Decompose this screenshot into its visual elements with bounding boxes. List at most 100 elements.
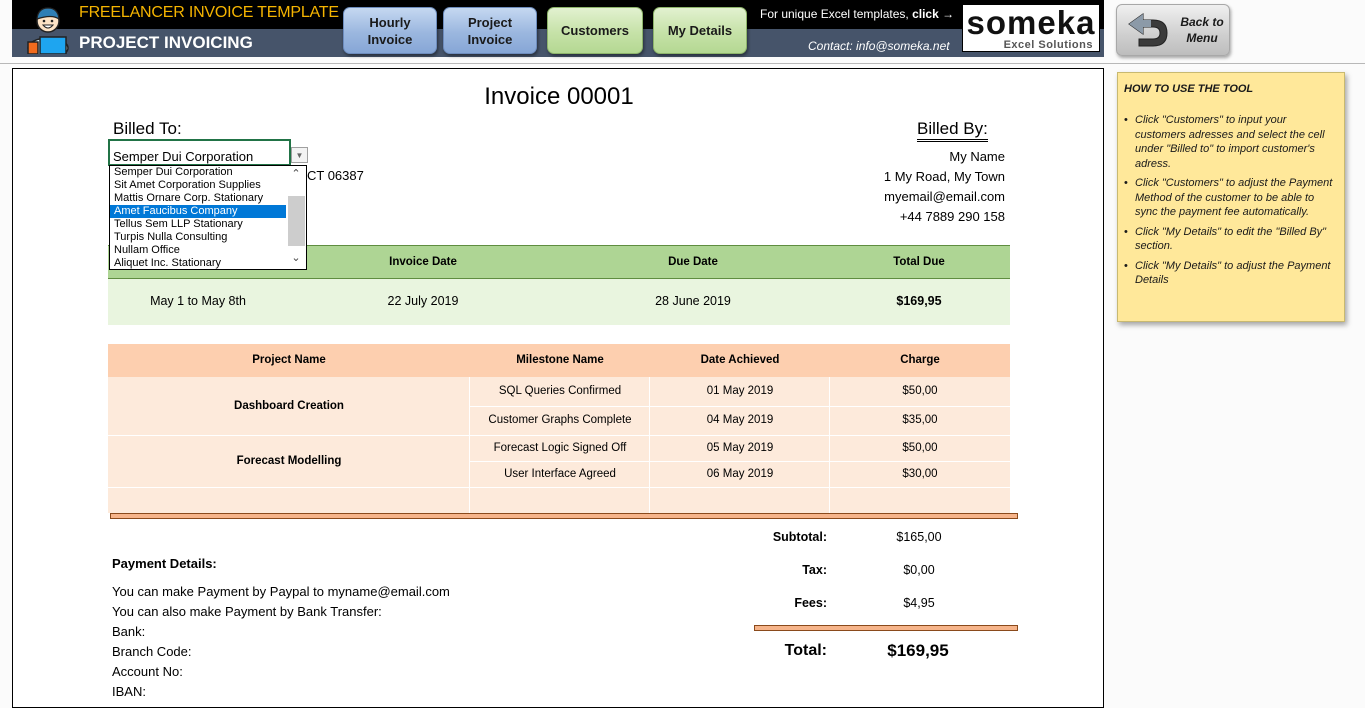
dropdown-option[interactable]: Aliquet Inc. Stationary (110, 257, 286, 270)
milestone-charge[interactable]: $50,00 (830, 442, 1010, 454)
billed-by-label: Billed By: (917, 119, 988, 142)
project-invoice-button[interactable]: Project Invoice (443, 7, 537, 54)
milestone-charge[interactable]: $30,00 (830, 468, 1010, 480)
header-milestone-name: Milestone Name (516, 354, 604, 366)
row-divider (108, 435, 1010, 436)
header-project-name: Project Name (252, 354, 326, 366)
project-invoice-label-2: Invoice (467, 31, 513, 47)
customer-dropdown-arrow[interactable]: ▼ (291, 147, 308, 163)
invoice-title: Invoice 00001 (484, 83, 634, 110)
billed-to-label: Billed To: (113, 119, 182, 138)
row-divider (108, 487, 1010, 488)
note-item: Click "Customers" to adjust the Payment … (1124, 176, 1338, 220)
project-name[interactable]: Forecast Modelling (108, 455, 470, 467)
milestone-date[interactable]: 05 May 2019 (650, 442, 830, 454)
total-label: Total: (784, 642, 827, 659)
milestone-charge[interactable]: $35,00 (830, 414, 1010, 426)
payment-line-bank: Bank: (112, 624, 146, 639)
dropdown-option[interactable]: Sit Amet Corporation Supplies (110, 179, 286, 192)
header-banner: FREELANCER INVOICE TEMPLATE PROJECT INVO… (12, 0, 1104, 57)
customer-dropdown-list[interactable]: Semper Dui Corporation Sit Amet Corporat… (109, 165, 307, 270)
fees-label: Fees: (794, 596, 827, 610)
freelancer-avatar-icon (27, 7, 69, 54)
milestone-name[interactable]: SQL Queries Confirmed (470, 385, 650, 397)
header-date-achieved: Date Achieved (700, 354, 780, 366)
row-divider (470, 406, 1010, 407)
totals-rule (754, 625, 1018, 631)
dropdown-scrollbar[interactable]: ⌃ ⌄ (286, 166, 306, 269)
summary-header-due-date: Due Date (668, 256, 718, 268)
project-name[interactable]: Dashboard Creation (108, 400, 470, 412)
milestone-charge[interactable]: $50,00 (830, 385, 1010, 397)
due-date[interactable]: 28 June 2019 (598, 294, 788, 308)
payment-line-branch-code: Branch Code: (112, 644, 192, 659)
invoice-period[interactable]: May 1 to May 8th (108, 294, 288, 308)
billed-by-phone: +44 7889 290 158 (899, 209, 1005, 224)
invoice-sheet: Invoice 00001 Billed To: Billed By: CT 0… (12, 68, 1104, 708)
hourly-invoice-label-1: Hourly (369, 14, 411, 30)
scrollbar-thumb[interactable] (288, 196, 305, 246)
promo-text[interactable]: For unique Excel templates, click → (760, 7, 954, 21)
my-details-label: My Details (667, 23, 733, 38)
dropdown-option[interactable]: Nullam Office (110, 244, 286, 257)
customer-address: CT 06387 (307, 168, 364, 183)
projects-header-row: Project Name Milestone Name Date Achieve… (108, 344, 1010, 377)
promo-click-link[interactable]: click → (912, 7, 954, 21)
billed-by-address: 1 My Road, My Town (883, 169, 1005, 184)
chevron-up-icon[interactable]: ⌃ (286, 167, 306, 183)
note-title: HOW TO USE THE TOOL (1124, 83, 1254, 95)
projects-body: Dashboard Creation SQL Queries Confirmed… (108, 377, 1010, 513)
summary-values-row: May 1 to May 8th 22 July 2019 28 June 20… (108, 279, 1010, 325)
dropdown-option[interactable]: Mattis Ornare Corp. Stationary (110, 192, 286, 205)
dropdown-option[interactable]: Semper Dui Corporation (110, 166, 286, 179)
back-to-menu-label: Back to Menu (1180, 15, 1224, 45)
table-bottom-rule (110, 513, 1018, 519)
total-due: $169,95 (896, 294, 942, 308)
payment-line-bank-transfer: You can also make Payment by Bank Transf… (112, 604, 382, 619)
promo-label: For unique Excel templates, (760, 7, 913, 21)
total-value: $169,95 (887, 641, 949, 660)
app-title: FREELANCER INVOICE TEMPLATE (79, 4, 339, 21)
someka-logo[interactable]: someka Excel Solutions (962, 4, 1100, 52)
milestone-name[interactable]: Forecast Logic Signed Off (470, 442, 650, 454)
milestone-date[interactable]: 06 May 2019 (650, 468, 830, 480)
milestone-date[interactable]: 04 May 2019 (650, 414, 830, 426)
how-to-use-note: HOW TO USE THE TOOL Click "Customers" to… (1117, 72, 1345, 322)
divider (0, 63, 1365, 64)
billed-by-email: myemail@email.com (884, 189, 1005, 204)
note-item: Click "My Details" to adjust the Payment… (1124, 259, 1338, 288)
logo-wordmark: someka (966, 4, 1096, 41)
hourly-invoice-button[interactable]: Hourly Invoice (343, 7, 437, 54)
customer-select[interactable]: Semper Dui Corporation (108, 139, 291, 166)
back-to-menu-button[interactable]: Back to Menu (1116, 4, 1230, 56)
page-subtitle: PROJECT INVOICING (79, 33, 253, 52)
payment-line-iban: IBAN: (112, 684, 146, 699)
dropdown-option[interactable]: Tellus Sem LLP Stationary (110, 218, 286, 231)
my-details-button[interactable]: My Details (653, 7, 747, 54)
header-charge: Charge (900, 354, 940, 366)
hourly-invoice-label-2: Invoice (367, 31, 413, 47)
milestone-date[interactable]: 01 May 2019 (650, 385, 830, 397)
note-list: Click "Customers" to input your customer… (1124, 113, 1338, 288)
row-divider (470, 461, 1010, 462)
back-arrow-icon (1128, 13, 1168, 47)
chevron-down-icon: ▼ (295, 150, 304, 160)
chevron-down-icon[interactable]: ⌄ (286, 251, 306, 267)
customers-label: Customers (561, 23, 629, 38)
project-invoice-label-1: Project (467, 14, 513, 30)
contact-email: Contact: info@someka.net (808, 39, 950, 53)
customers-button[interactable]: Customers (547, 7, 643, 54)
summary-header-total-due: Total Due (893, 256, 945, 268)
fees-value: $4,95 (903, 596, 935, 610)
summary-header-invoice-date: Invoice Date (389, 256, 457, 268)
payment-line-paypal: You can make Payment by Paypal to myname… (112, 584, 450, 599)
billed-by-name: My Name (949, 149, 1005, 164)
payment-line-account-no: Account No: (112, 664, 183, 679)
milestone-name[interactable]: Customer Graphs Complete (470, 414, 650, 426)
invoice-date[interactable]: 22 July 2019 (328, 294, 518, 308)
milestone-name[interactable]: User Interface Agreed (470, 468, 650, 480)
dropdown-option[interactable]: Turpis Nulla Consulting (110, 231, 286, 244)
tax-label: Tax: (802, 563, 827, 577)
tax-value: $0,00 (903, 563, 935, 577)
dropdown-option-highlighted[interactable]: Amet Faucibus Company (110, 205, 286, 218)
